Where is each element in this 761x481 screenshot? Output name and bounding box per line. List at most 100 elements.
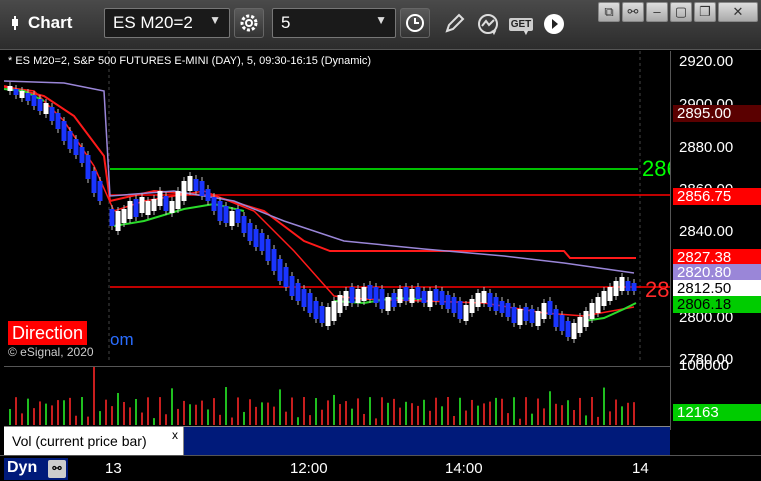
volume-bar — [213, 398, 215, 425]
candle-body — [319, 306, 325, 323]
candle-body — [451, 297, 457, 313]
volume-bar — [201, 400, 203, 425]
volume-bar — [531, 413, 533, 425]
candle-body — [325, 307, 331, 326]
volume-bar — [471, 399, 473, 425]
candle-body — [355, 289, 361, 303]
window-restore-button[interactable]: ⧉ — [598, 2, 620, 22]
link-button[interactable]: ⚯ — [622, 2, 644, 22]
studies-button[interactable]: ▼ — [474, 10, 502, 38]
volume-bar — [237, 397, 239, 425]
chevron-down-icon[interactable]: ▼ — [375, 13, 387, 27]
volume-bar — [231, 417, 233, 425]
volume-bar — [435, 397, 437, 425]
interval-input[interactable]: 5 ▼ — [272, 8, 396, 38]
volume-bar — [423, 399, 425, 425]
price-chart-canvas[interactable] — [4, 51, 670, 363]
time-axis[interactable]: Dyn ⚯ 13 12:00 14:00 14 — [0, 455, 761, 481]
candle-body — [139, 197, 145, 213]
volume-bar — [189, 404, 191, 425]
candle-body — [277, 259, 283, 281]
candle-body — [433, 289, 439, 301]
ma-red-upper-line — [4, 85, 636, 259]
time-axis-label: 14:00 — [445, 460, 483, 477]
price-chart[interactable]: * ES M20=2, S&P 500 FUTURES E-MINI (DAY)… — [4, 51, 682, 363]
candle-body — [85, 155, 91, 179]
volume-bar — [561, 405, 563, 425]
volume-bar — [381, 397, 383, 425]
candle-body — [511, 307, 517, 323]
symbol-settings-button[interactable] — [234, 8, 264, 38]
candle-body — [493, 297, 499, 311]
volume-bar — [153, 418, 155, 425]
candle-body — [127, 201, 133, 219]
volume-bar — [615, 399, 617, 425]
volume-bar — [27, 398, 29, 425]
get-data-button[interactable]: GET ▼ — [506, 10, 536, 38]
symbol-input[interactable]: ES M20=2 ▼ — [104, 8, 230, 38]
dynamic-button[interactable]: Dyn ⚯ — [4, 458, 68, 480]
candle-body — [469, 299, 475, 313]
candle-body — [409, 289, 415, 303]
candle-body — [361, 287, 367, 301]
candle-body — [499, 301, 505, 313]
link-icon[interactable]: ⚯ — [48, 460, 66, 478]
volume-bar — [417, 405, 419, 425]
interval-time-button[interactable] — [400, 8, 430, 38]
candle-body — [193, 179, 199, 191]
volume-bar — [621, 406, 623, 425]
maximize-button[interactable]: ▢ — [670, 2, 692, 22]
study-tab-volume[interactable]: Vol (current price bar) — [4, 427, 184, 456]
candle-body — [67, 131, 73, 149]
candle-body — [349, 287, 355, 303]
candle-body — [619, 277, 625, 291]
candle-body — [373, 287, 379, 303]
volume-bar — [477, 405, 479, 425]
volume-bar — [633, 402, 635, 425]
candle-body — [457, 301, 463, 319]
close-icon[interactable]: x — [172, 428, 178, 442]
price-axis[interactable]: 2920.002900.002880.002860.002840.002820.… — [670, 51, 761, 430]
candle-body — [115, 211, 121, 231]
time-axis-label: 12:00 — [290, 460, 328, 477]
volume-bar — [123, 401, 125, 425]
candle-body — [283, 267, 289, 287]
volume-bar — [21, 413, 23, 425]
volume-bar — [93, 365, 95, 425]
candle-body — [301, 289, 307, 307]
volume-chart-canvas[interactable] — [4, 365, 670, 427]
close-button[interactable]: ✕ — [718, 2, 758, 22]
volume-bar — [513, 397, 515, 425]
volume-bar — [105, 399, 107, 425]
price-tag: 2812.50 — [673, 280, 761, 297]
com-text: om — [110, 330, 134, 349]
volume-bar — [537, 398, 539, 425]
candle-body — [331, 301, 337, 321]
candle-body — [463, 305, 469, 321]
draw-tool-button[interactable] — [440, 10, 468, 38]
candle-body — [547, 301, 553, 315]
volume-bar — [255, 406, 257, 425]
volume-bar — [9, 409, 11, 425]
more-options-button[interactable] — [540, 10, 568, 38]
volume-bar — [339, 404, 341, 425]
volume-chart[interactable] — [4, 365, 670, 427]
volume-bar — [225, 387, 227, 425]
ma-red-fast-line — [4, 86, 635, 317]
candle-body — [583, 311, 589, 327]
candle-body — [175, 191, 181, 209]
volume-bar — [579, 397, 581, 425]
volume-bar — [69, 397, 71, 425]
volume-bar — [195, 404, 197, 425]
candle-body — [427, 291, 433, 307]
volume-bar — [597, 416, 599, 425]
float-button[interactable]: ❐ — [694, 2, 716, 22]
chevron-down-icon[interactable]: ▼ — [209, 13, 221, 27]
candle-body — [133, 199, 139, 217]
candle-body — [415, 287, 421, 299]
volume-bar — [141, 412, 143, 425]
candle-body — [445, 295, 451, 309]
volume-bar — [249, 399, 251, 425]
minimize-button[interactable]: – — [646, 2, 668, 22]
candle-body — [19, 91, 25, 98]
